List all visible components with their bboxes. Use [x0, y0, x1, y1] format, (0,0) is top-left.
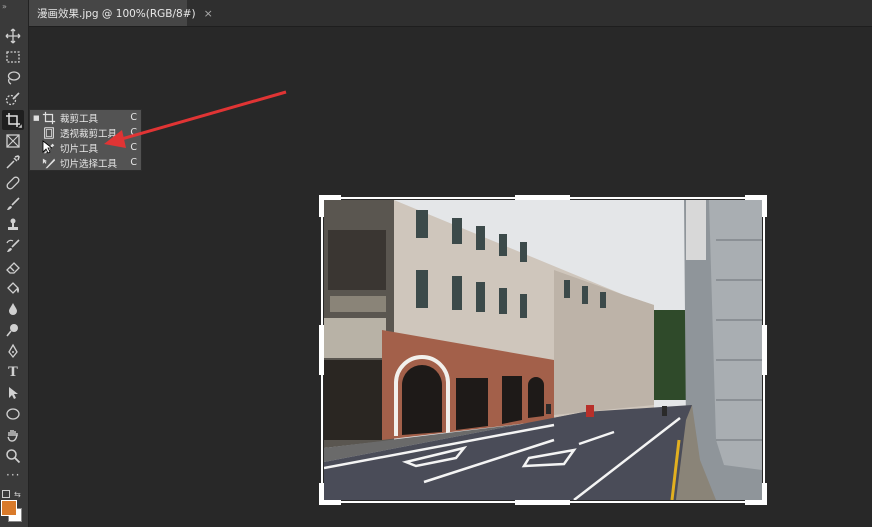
swap-colors-icon[interactable]: ⇆: [14, 490, 21, 499]
hand-tool-button[interactable]: [2, 425, 24, 445]
pen-tool-button[interactable]: [2, 341, 24, 361]
flyout-item-label: 切片选择工具: [60, 158, 118, 170]
eyedropper-tool-button[interactable]: [2, 152, 24, 172]
crop-handle-right-middle[interactable]: [762, 325, 767, 375]
crop-icon: [42, 111, 56, 124]
zoom-icon: [6, 449, 21, 464]
tools-panel: » T ··· ⇆: [0, 0, 29, 527]
move-icon: [5, 28, 21, 44]
eraser-tool-button[interactable]: [2, 257, 24, 277]
dodge-icon: [6, 324, 18, 337]
history-brush-icon: [6, 239, 20, 252]
history-brush-tool-button[interactable]: [2, 236, 24, 256]
default-colors-icon[interactable]: [2, 490, 10, 498]
pen-icon: [8, 343, 18, 359]
crop-handle-bottom-right-vertical[interactable]: [762, 483, 767, 505]
quick-selection-icon: [5, 92, 20, 106]
crop-handle-top-middle[interactable]: [515, 195, 570, 200]
paint-bucket-tool-button[interactable]: [2, 278, 24, 298]
flyout-item-label: 切片工具: [60, 143, 99, 155]
ellipse-shape-icon: [6, 408, 20, 420]
document-tab[interactable]: 漫画效果.jpg @ 100%(RGB/8#) ×: [29, 0, 213, 26]
healing-brush-tool-button[interactable]: [2, 173, 24, 193]
slice-select-icon: [42, 158, 56, 168]
crop-handle-bottom-left-vertical[interactable]: [319, 483, 324, 505]
bandage-icon: [6, 176, 20, 190]
foreground-color-swatch[interactable]: [1, 500, 17, 516]
eyedropper-icon: [6, 155, 20, 169]
flyout-item-label: 透视裁剪工具: [60, 128, 118, 140]
move-tool-button[interactable]: [2, 26, 24, 46]
tool-group-indicator: [18, 124, 22, 128]
edit-toolbar-icon[interactable]: ···: [6, 468, 20, 482]
document-tab-title: 漫画效果.jpg @ 100%(RGB/8#): [37, 7, 196, 20]
crop-handle-top-right-vertical[interactable]: [762, 195, 767, 217]
crop-handle-bottom-middle[interactable]: [515, 500, 570, 505]
quick-selection-tool-button[interactable]: [2, 89, 24, 109]
collapse-toolbar-icon[interactable]: »: [2, 2, 7, 11]
hand-icon: [7, 430, 18, 442]
flyout-item-crop-tool[interactable]: ■ 裁剪工具 C: [30, 110, 141, 125]
shape-tool-button[interactable]: [2, 404, 24, 424]
lasso-tool-button[interactable]: [2, 68, 24, 88]
blur-tool-button[interactable]: [2, 299, 24, 319]
marquee-tool-button[interactable]: [2, 47, 24, 67]
brush-tool-button[interactable]: [2, 194, 24, 214]
type-icon: T: [8, 364, 18, 380]
perspective-crop-icon: [44, 126, 54, 139]
selected-marker: ■: [33, 113, 40, 122]
flyout-item-shortcut: C: [130, 157, 137, 168]
tab-close-icon[interactable]: ×: [204, 7, 213, 20]
clone-stamp-tool-button[interactable]: [2, 215, 24, 235]
flyout-item-perspective-crop-tool[interactable]: 透视裁剪工具 C: [30, 125, 141, 140]
frame-icon: [6, 134, 20, 148]
eraser-icon: [6, 262, 20, 274]
flyout-item-slice-select-tool[interactable]: 切片选择工具 C: [30, 155, 141, 170]
brush-icon: [7, 197, 20, 210]
path-selection-tool-button[interactable]: [2, 383, 24, 403]
type-tool-button[interactable]: T: [2, 362, 24, 382]
path-selection-arrow-icon: [9, 387, 18, 399]
water-drop-icon: [9, 303, 17, 315]
flyout-item-shortcut: C: [130, 142, 137, 153]
document-tab-bar: 漫画效果.jpg @ 100%(RGB/8#) ×: [29, 0, 872, 27]
rectangular-marquee-icon: [6, 51, 20, 63]
paint-bucket-icon: [7, 282, 19, 294]
stamp-icon: [8, 218, 18, 230]
crop-handle-top-left-vertical[interactable]: [319, 195, 324, 217]
mouse-cursor-icon: [42, 140, 52, 154]
crop-bounding-box[interactable]: [321, 197, 765, 503]
flyout-item-label: 裁剪工具: [60, 113, 99, 125]
crop-handle-left-middle[interactable]: [319, 325, 324, 375]
frame-tool-button[interactable]: [2, 131, 24, 151]
flyout-item-shortcut: C: [130, 112, 137, 123]
lasso-icon: [7, 71, 21, 85]
crop-tool-button[interactable]: [2, 110, 24, 130]
zoom-tool-button[interactable]: [2, 446, 24, 466]
dodge-tool-button[interactable]: [2, 320, 24, 340]
flyout-item-shortcut: C: [130, 127, 137, 138]
